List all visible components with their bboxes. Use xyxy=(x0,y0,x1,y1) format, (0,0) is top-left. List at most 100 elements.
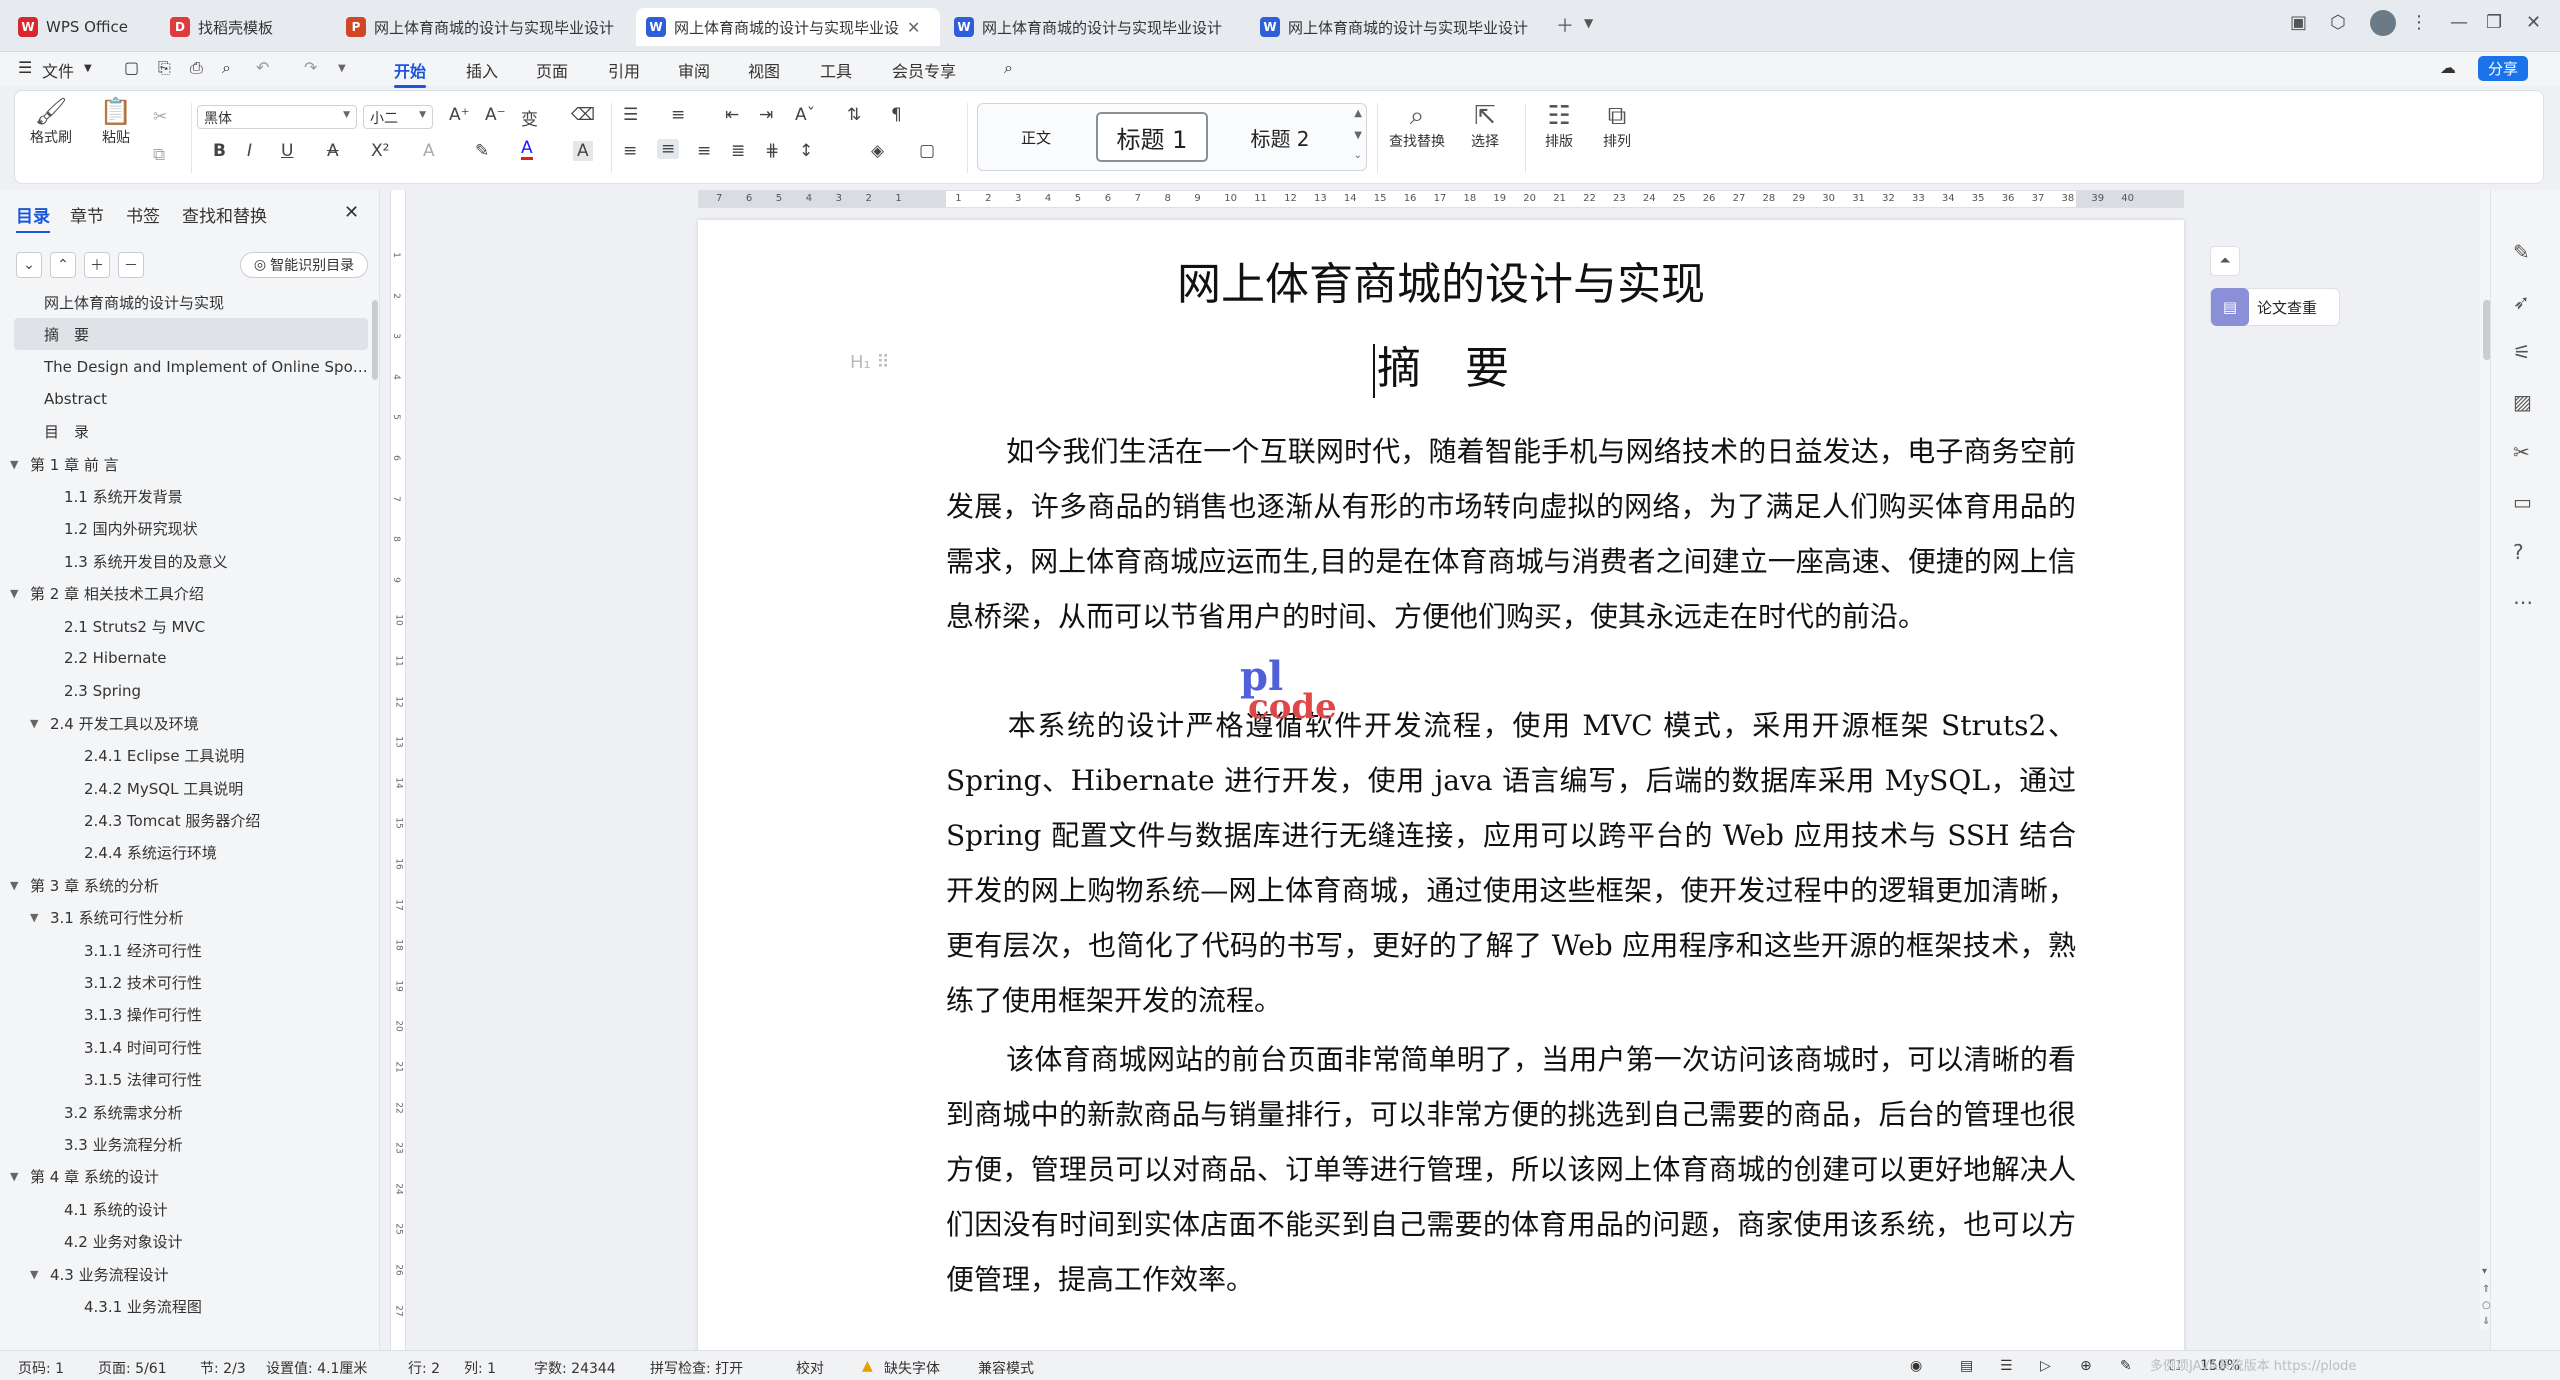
document-page[interactable]: 网上体育商城的设计与实现 H₁ ⠿ 摘 要 如今我们生活在一个互联网时代，随着智… xyxy=(698,220,2184,1350)
increase-indent-icon[interactable]: ⇥ xyxy=(759,105,773,125)
toc-item[interactable]: 网上体育商城的设计与实现 xyxy=(0,286,370,318)
toc-item[interactable]: 2.4.2 MySQL 工具说明 xyxy=(0,772,370,804)
tab-insert[interactable]: 插入 xyxy=(466,58,498,82)
toc-item[interactable]: 2.2 Hibernate xyxy=(0,642,370,674)
toc-item[interactable]: 1.1 系统开发背景 xyxy=(0,480,370,512)
line-spacing-icon[interactable]: ↕ xyxy=(799,141,813,161)
toc-item[interactable]: ▼ 第 3 章 系统的分析 xyxy=(0,869,370,901)
add-heading-button[interactable]: ＋ xyxy=(84,252,110,278)
decrease-indent-icon[interactable]: ⇤ xyxy=(725,105,739,125)
expand-toggle-icon[interactable]: ▼ xyxy=(30,911,44,924)
more-options-icon[interactable]: ⋯ xyxy=(2513,590,2533,614)
file-menu[interactable]: 文件 xyxy=(42,58,74,82)
web-view-icon[interactable]: ⊕ xyxy=(2080,1358,2092,1374)
window-layout-icon[interactable]: ▣ xyxy=(2290,12,2307,33)
tab-page[interactable]: 页面 xyxy=(536,58,568,82)
tools-icon[interactable]: ✂ xyxy=(2513,440,2530,464)
toc-item[interactable]: 2.4.3 Tomcat 服务器介绍 xyxy=(0,804,370,836)
image-icon[interactable]: ▨ xyxy=(2513,390,2532,414)
toc-item[interactable]: 4.3.1 业务流程图 xyxy=(0,1290,370,1322)
toc-item[interactable]: 2.4.1 Eclipse 工具说明 xyxy=(0,740,370,772)
smart-toc-button[interactable]: ◎ 智能识别目录 xyxy=(240,252,368,278)
tab-tools[interactable]: 工具 xyxy=(820,58,852,82)
cube-icon[interactable]: ⬡ xyxy=(2330,12,2346,33)
avatar[interactable] xyxy=(2370,10,2396,36)
writing-mode-icon[interactable]: ✎ xyxy=(2120,1358,2132,1374)
quick-access-chevron-icon[interactable]: ▼ xyxy=(338,63,346,74)
distribute-icon[interactable]: ⋕ xyxy=(765,141,779,161)
shading-icon[interactable]: ◈ xyxy=(871,141,884,161)
toc-item[interactable]: 3.1.4 时间可行性 xyxy=(0,1031,370,1063)
expand-toggle-icon[interactable]: ▼ xyxy=(10,458,24,471)
tab-member[interactable]: 会员专享 xyxy=(892,58,956,82)
toc-item[interactable]: 3.1.3 操作可行性 xyxy=(0,999,370,1031)
redo-icon[interactable]: ↷ xyxy=(304,58,317,77)
style-expand-icon[interactable]: ⌄ xyxy=(1354,150,1362,161)
toc-item[interactable]: 3.3 业务流程分析 xyxy=(0,1128,370,1160)
close-window-icon[interactable]: ✕ xyxy=(2526,12,2541,33)
show-marks-icon[interactable]: ¶ xyxy=(891,105,902,125)
sort-icon[interactable]: ⇅ xyxy=(847,105,861,125)
chevron-down-icon[interactable]: ▼ xyxy=(84,63,92,74)
pointer-icon[interactable]: ➶ xyxy=(2513,290,2530,314)
print-icon[interactable]: ⎙ xyxy=(190,58,203,78)
restore-icon[interactable]: ❐ xyxy=(2486,12,2502,33)
tab-home[interactable]: 开始 xyxy=(394,58,427,88)
style-normal[interactable]: 正文 xyxy=(984,112,1088,162)
scroll-down-icon[interactable]: ▾ xyxy=(2482,1266,2487,1277)
style-heading-2[interactable]: 标题 2 xyxy=(1218,112,1342,162)
bullet-list-icon[interactable]: ☰ xyxy=(623,105,638,125)
shrink-font-icon[interactable]: A⁻ xyxy=(485,105,506,125)
align-right-icon[interactable]: ≡ xyxy=(697,141,711,161)
tab-review[interactable]: 审阅 xyxy=(678,58,710,82)
outline-view-icon[interactable]: ☰ xyxy=(2000,1358,2013,1374)
toc-item[interactable]: 3.1.5 法律可行性 xyxy=(0,1064,370,1096)
toc-item[interactable]: 1.3 系统开发目的及意义 xyxy=(0,545,370,577)
toc-item[interactable]: 3.1.1 经济可行性 xyxy=(0,934,370,966)
grow-font-icon[interactable]: A⁺ xyxy=(449,105,470,125)
style-scroll-up-icon[interactable]: ▲ xyxy=(1354,108,1362,119)
page-count[interactable]: 页面: 5/61 xyxy=(98,1358,167,1378)
toc-item[interactable]: ▼ 第 4 章 系统的设计 xyxy=(0,1161,370,1193)
collapse-all-button[interactable]: ⌄ xyxy=(16,252,42,278)
toc-item[interactable]: ▼ 2.4 开发工具以及环境 xyxy=(0,707,370,739)
expand-toggle-icon[interactable]: ▼ xyxy=(30,717,44,730)
tab-document-2[interactable]: W 网上体育商城的设计与实现毕业设计 xyxy=(944,8,1244,46)
paper-check-button[interactable]: ▤ 论文查重 xyxy=(2210,288,2340,326)
toc-item[interactable]: ▼ 3.1 系统可行性分析 xyxy=(0,902,370,934)
justify-icon[interactable]: ≣ xyxy=(731,141,745,161)
section-indicator[interactable]: 节: 2/3 xyxy=(200,1358,246,1378)
clear-format-icon[interactable]: ⌫ xyxy=(571,105,595,125)
arrange-button[interactable]: ⧉ 排列 xyxy=(1589,101,1645,151)
pen-icon[interactable]: ✎ xyxy=(2513,240,2530,264)
toc-item[interactable]: 目 录 xyxy=(0,416,370,448)
nav-tab-bookmarks[interactable]: 书签 xyxy=(126,202,160,227)
collapse-panel-icon[interactable]: ⏶ xyxy=(2210,246,2240,276)
cut-icon[interactable]: ✂ xyxy=(153,107,167,127)
format-painter-button[interactable]: 🖌 格式刷 xyxy=(21,97,81,147)
read-mode-icon[interactable]: ▷ xyxy=(2040,1358,2051,1374)
eye-protection-icon[interactable]: ◉ xyxy=(1910,1358,1922,1374)
toc-scrollbar[interactable] xyxy=(372,300,378,380)
search-icon[interactable]: ⌕ xyxy=(1004,58,1013,78)
toc-item[interactable]: 2.1 Struts2 与 MVC xyxy=(0,610,370,642)
toc-item[interactable]: 3.2 系统需求分析 xyxy=(0,1096,370,1128)
new-tab-icon[interactable]: ＋ xyxy=(1556,12,1574,38)
zoom-level[interactable]: 150% xyxy=(2200,1358,2240,1374)
tab-document-3[interactable]: W 网上体育商城的设计与实现毕业设计 xyxy=(1250,8,1540,46)
page-view-icon[interactable]: ▤ xyxy=(1960,1358,1973,1374)
tab-references[interactable]: 引用 xyxy=(608,58,640,82)
toc-item[interactable]: ▼ 4.3 业务流程设计 xyxy=(0,1258,370,1290)
toc-item[interactable]: Abstract xyxy=(0,383,370,415)
help-icon[interactable]: ? xyxy=(2513,540,2524,564)
highlight-icon[interactable]: ✎ xyxy=(475,141,489,161)
font-color-icon[interactable]: A xyxy=(521,139,533,160)
nav-tab-find-replace[interactable]: 查找和替换 xyxy=(182,202,267,227)
select-button[interactable]: ⇱ 选择 xyxy=(1455,101,1515,151)
nav-tab-chapters[interactable]: 章节 xyxy=(70,202,104,227)
tab-wps-office[interactable]: W WPS Office xyxy=(8,8,152,46)
expand-toggle-icon[interactable]: ▼ xyxy=(10,879,24,892)
toc-item[interactable]: ▼ 第 2 章 相关技术工具介绍 xyxy=(0,578,370,610)
close-tab-icon[interactable]: ✕ xyxy=(907,18,920,37)
nav-tab-toc[interactable]: 目录 xyxy=(16,202,50,233)
